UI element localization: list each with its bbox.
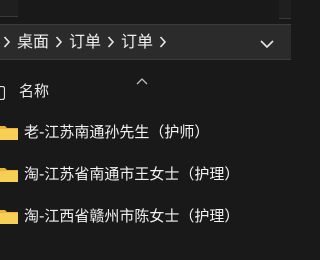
- file-name: 淘-江苏省南通市王女士（护理）: [24, 165, 240, 183]
- file-explorer-window: 桌面 订单 订单 名称 老-江苏南通孙先生（护师） 淘-江苏省南通市王女士（护理…: [0, 0, 291, 260]
- breadcrumb-item-orders[interactable]: 订单: [66, 25, 104, 59]
- chevron-down-icon: [260, 33, 274, 52]
- address-bar[interactable]: 桌面 订单 订单: [0, 24, 291, 60]
- breadcrumb-item-desktop[interactable]: 桌面: [14, 25, 52, 59]
- file-name: 老-江苏南通孙先生（护师）: [24, 123, 210, 141]
- select-all-checkbox[interactable]: [0, 85, 6, 104]
- address-history-button[interactable]: [255, 25, 279, 59]
- title-strip: [0, 0, 291, 20]
- nav-tab-stub[interactable]: [0, 0, 18, 17]
- column-name-header[interactable]: 名称: [19, 80, 49, 102]
- chevron-right-icon[interactable]: [156, 25, 170, 59]
- window-edge-control[interactable]: [279, 0, 291, 19]
- file-name: 淘-江西省赣州市陈女士（护理）: [24, 207, 240, 225]
- chevron-right-icon[interactable]: [0, 25, 14, 59]
- folder-icon: [0, 123, 19, 141]
- list-item[interactable]: 淘-江苏省南通市王女士（护理）: [0, 154, 291, 196]
- chevron-right-icon[interactable]: [52, 25, 66, 59]
- folder-icon: [0, 165, 19, 183]
- list-item[interactable]: 老-江苏南通孙先生（护师）: [0, 112, 291, 154]
- chevron-right-icon[interactable]: [104, 25, 118, 59]
- breadcrumb-item-orders-current[interactable]: 订单: [118, 25, 156, 59]
- breadcrumb: 桌面 订单 订单: [0, 25, 170, 59]
- folder-icon: [0, 207, 19, 225]
- list-item[interactable]: 淘-江西省赣州市陈女士（护理）: [0, 196, 291, 238]
- sort-ascending-icon[interactable]: [136, 70, 148, 85]
